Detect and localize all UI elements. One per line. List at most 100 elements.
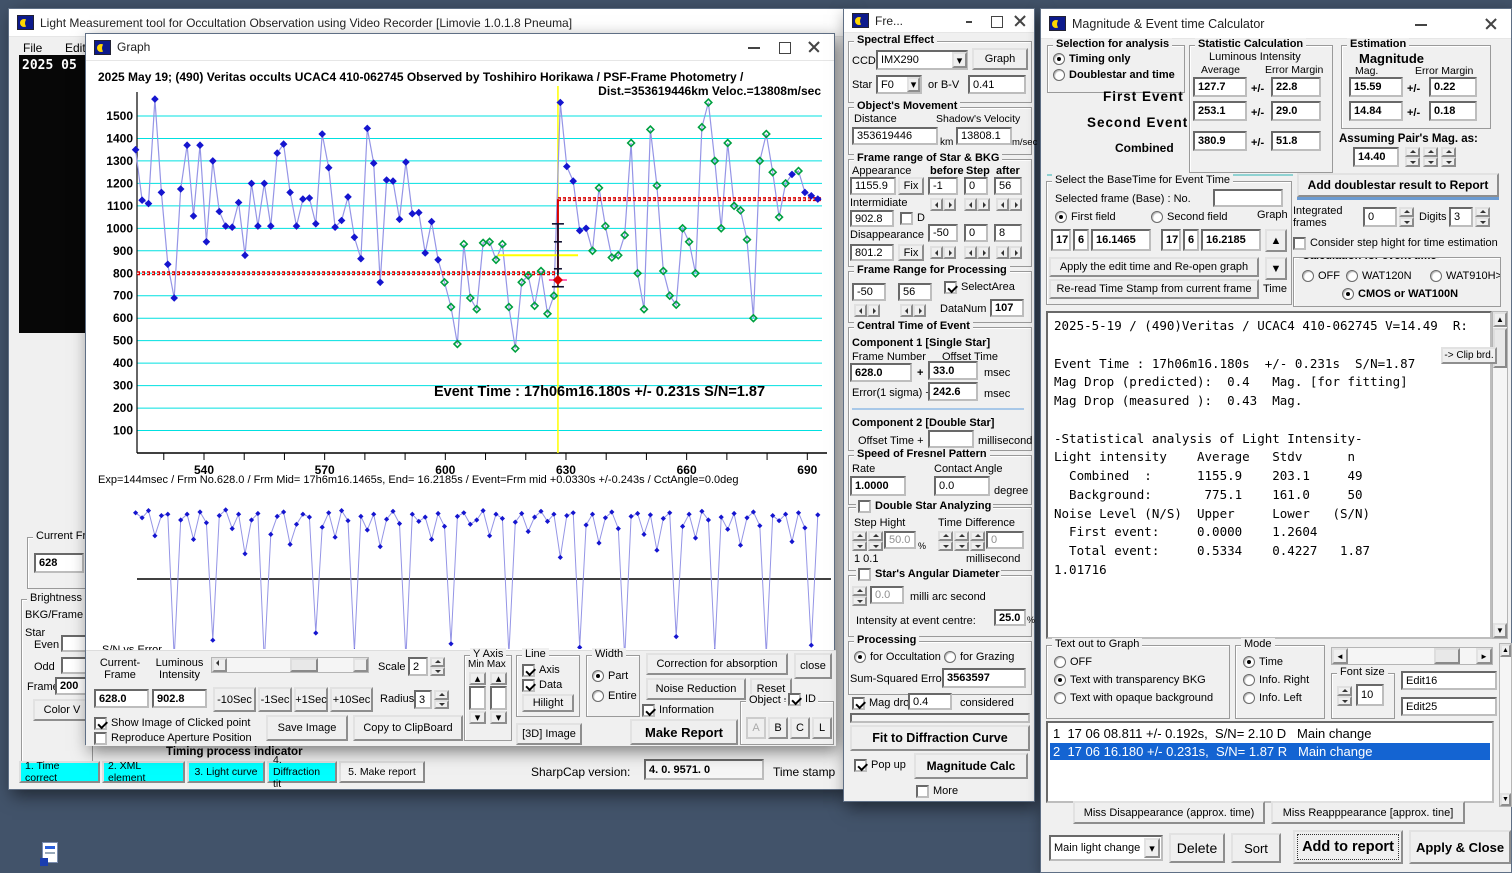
spin-down-icon[interactable]	[954, 541, 969, 551]
spin-up-icon[interactable]	[1399, 207, 1414, 217]
fit-diffraction-button[interactable]: Fit to Diffraction Curve	[850, 725, 1030, 751]
radio-icon[interactable]	[1054, 674, 1066, 686]
disappearance-fix-button[interactable]: Fix	[898, 244, 924, 261]
pair-mag-spinner3[interactable]	[1441, 147, 1456, 167]
checkbox-icon[interactable]	[522, 679, 535, 692]
after-spinner[interactable]	[996, 198, 1022, 211]
desktop-file-icon[interactable]	[38, 842, 62, 870]
appearance-fix-button[interactable]: Fix	[898, 177, 924, 195]
radio-icon[interactable]	[1243, 674, 1255, 686]
intensity-centre-field[interactable]: 25.0	[994, 609, 1026, 626]
spin-left-icon[interactable]	[900, 304, 913, 317]
hilight-button[interactable]: Hilight	[522, 694, 574, 712]
spin-down-icon[interactable]	[852, 541, 867, 551]
spin-up-icon[interactable]	[868, 531, 883, 541]
spin-right-icon[interactable]	[1009, 246, 1022, 259]
spin-down-icon[interactable]	[1423, 157, 1438, 167]
menu-edit[interactable]: Edit	[65, 41, 86, 55]
clipboard-button[interactable]: -> Clip brd.	[1441, 347, 1497, 364]
list-item[interactable]: 1 17 06 08.811 +/- 0.192s, S/N= 2.10 D M…	[1050, 725, 1490, 742]
light-curve-chart[interactable]: 100 200 300 400 500 600 700 800 900 1000 1100 1200 1…	[91, 86, 833, 478]
combined-avg-field[interactable]: 380.9	[1193, 131, 1247, 151]
spectral-graph-button[interactable]: Graph	[972, 48, 1028, 70]
minimize-icon[interactable]	[1409, 15, 1433, 33]
checkbox-icon[interactable]	[94, 732, 107, 745]
minimize-icon[interactable]	[742, 38, 766, 56]
step2-field[interactable]: 0	[964, 224, 988, 242]
ymin-down-button[interactable]: ▾	[469, 711, 486, 724]
checkbox-icon[interactable]	[852, 697, 865, 710]
calc-title-bar[interactable]: Magnitude & Event time Calculator	[1041, 9, 1511, 39]
graph-up-button[interactable]: ▲	[1265, 229, 1287, 252]
checkbox-icon[interactable]	[1293, 237, 1306, 250]
bv-field[interactable]: 0.41	[968, 75, 1026, 94]
tab-light-curve[interactable]: 3. Light curve	[187, 761, 265, 783]
t1-sec-field[interactable]: 16.1465	[1091, 229, 1151, 251]
consider-step-checkbox[interactable]: Consider step hight for time estimation	[1293, 237, 1498, 250]
checkbox-icon[interactable]	[522, 664, 535, 677]
video-frame-thumbnail[interactable]: 2025 05	[19, 55, 87, 333]
add-doublestar-button[interactable]: Add doublestar result to Report	[1297, 173, 1499, 197]
spin-left-icon[interactable]	[964, 198, 977, 211]
correction-absorption-button[interactable]: Correction for absorption	[646, 653, 788, 675]
object-l-button[interactable]: L	[812, 717, 832, 739]
spin-down-icon[interactable]	[868, 541, 883, 551]
tab-xml-element[interactable]: 2. XML element	[102, 760, 185, 784]
checkbox-icon[interactable]	[788, 693, 801, 706]
step-hight-spinner2[interactable]	[868, 531, 883, 551]
intermidiate-field[interactable]: 902.8	[850, 210, 894, 227]
spin-up-icon[interactable]	[852, 531, 867, 541]
spin-up-icon[interactable]	[1337, 686, 1352, 696]
for-occultation-radio[interactable]: for Occultation	[854, 651, 941, 663]
contact-angle-field[interactable]: 0.0	[934, 476, 990, 496]
apply-close-button[interactable]: Apply & Close	[1409, 830, 1511, 864]
radio-icon[interactable]	[592, 690, 604, 702]
digits-field[interactable]: 3	[1449, 207, 1473, 227]
close-icon[interactable]	[802, 38, 826, 56]
mag-drop-field[interactable]: 0.4	[908, 693, 952, 710]
menu-file[interactable]: File	[23, 41, 42, 55]
time-diff-spinner3[interactable]	[970, 531, 985, 551]
t1-hour-field[interactable]: 17	[1051, 229, 1071, 251]
width-part-radio[interactable]: Part	[592, 670, 628, 682]
sharpcap-version-field[interactable]: 4. 0. 9571. 0	[644, 759, 764, 780]
magnitude-calc-button[interactable]: Magnitude Calc	[914, 753, 1028, 779]
list-scrollbar[interactable]: ▲ ▼	[1499, 643, 1512, 807]
checkbox-icon[interactable]	[854, 759, 867, 772]
graph-current-frame-field[interactable]: 628.0	[94, 689, 149, 708]
before-field[interactable]: -1	[928, 177, 958, 195]
spin-right-icon[interactable]	[977, 246, 990, 259]
close-icon[interactable]	[1008, 12, 1026, 30]
before2-field[interactable]: -50	[928, 224, 958, 242]
plus-1sec-button[interactable]: +1Sec	[294, 687, 328, 712]
textout-transparent-radio[interactable]: Text with transparency BKG	[1054, 674, 1206, 686]
digits-spinner[interactable]	[1475, 207, 1490, 227]
spin-down-icon[interactable]	[1399, 217, 1414, 227]
list-item-selected[interactable]: 2 17 06 16.180 +/- 0.231s, S/N= 1.87 R M…	[1050, 743, 1490, 760]
d-checkbox[interactable]: D	[900, 212, 925, 225]
plus-10sec-button[interactable]: +10Sec	[330, 687, 373, 712]
off-radio[interactable]: OFF	[1302, 270, 1340, 282]
checkbox-icon[interactable]	[944, 281, 957, 294]
angular-spinner[interactable]	[852, 586, 867, 606]
angular-field[interactable]: 0.0	[870, 586, 904, 604]
spin-up-icon[interactable]	[970, 531, 985, 541]
spin-down-icon[interactable]	[1337, 696, 1352, 706]
frame-scrollbar[interactable]	[211, 657, 369, 673]
scale-spinner[interactable]	[430, 657, 445, 676]
tab-diffraction[interactable]: 4. Diffraction tit	[267, 754, 337, 790]
pair-mag-spinner2[interactable]	[1423, 147, 1438, 167]
checkbox-icon[interactable]	[900, 212, 913, 225]
scale-field[interactable]: 2	[408, 657, 428, 676]
spin-right-icon[interactable]	[943, 246, 956, 259]
pair-mag-spinner1[interactable]	[1405, 147, 1420, 167]
color-v-button[interactable]: Color V	[33, 699, 91, 721]
object-b-button[interactable]: B	[768, 717, 788, 739]
time-diff-field[interactable]: 0	[986, 531, 1024, 549]
second-field-radio[interactable]: Second field	[1151, 211, 1228, 223]
step-hight-spinner1[interactable]	[852, 531, 867, 551]
checkbox-icon[interactable]	[916, 785, 929, 798]
spin-up-icon[interactable]	[1441, 147, 1456, 157]
more-checkbox[interactable]: More	[916, 785, 958, 798]
radio-icon[interactable]	[1054, 656, 1066, 668]
